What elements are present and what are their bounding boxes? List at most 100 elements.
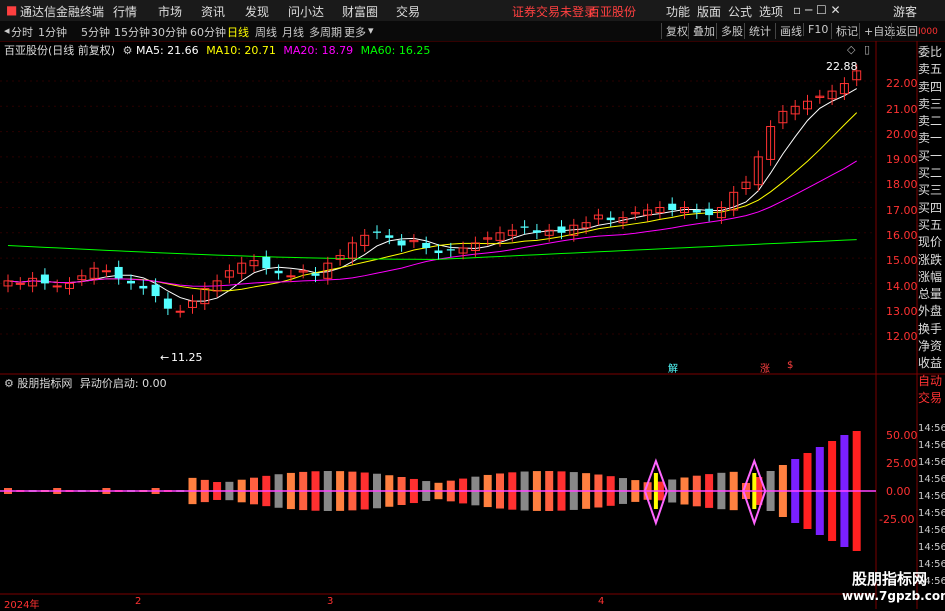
sidebar-item[interactable]: 换手	[918, 321, 945, 338]
marker-zhang[interactable]: 涨	[760, 360, 770, 375]
app-title: 通达信金融终端	[20, 5, 105, 19]
sidebar-item[interactable]: 卖一	[918, 130, 945, 147]
menu-gongshi[interactable]: 公式	[728, 3, 752, 20]
btn-tongji[interactable]: 统计	[744, 23, 771, 39]
sidebar-item[interactable]: 买四	[918, 200, 945, 217]
sidebar-item[interactable]: 净资	[918, 338, 945, 355]
sub-ylabel-0: 0.00	[886, 485, 911, 498]
sidebar-item[interactable]: 交易	[918, 390, 945, 407]
toolbar-arrow-icon[interactable]: ◂	[4, 24, 10, 37]
menu-gongneng[interactable]: 功能	[666, 3, 690, 20]
user-label[interactable]: 游客	[893, 3, 917, 20]
period-fenshi[interactable]: 分时	[11, 24, 33, 40]
menu-xuanxiang[interactable]: 选项	[759, 3, 783, 20]
low-price-label-arrow-icon: ←	[160, 351, 170, 364]
candle-body-down	[163, 298, 172, 309]
ylabel-22: 22.00	[886, 77, 918, 90]
marker-dollar[interactable]: $	[787, 360, 793, 371]
sidebar-item[interactable]: 卖四	[918, 79, 945, 96]
menu-wenxiaoda[interactable]: 问小达	[288, 3, 324, 20]
sidebar-item[interactable]: 外盘	[918, 303, 945, 320]
sidebar-item[interactable]: 买一	[918, 148, 945, 165]
candle-body-down	[446, 249, 455, 251]
settings-gear-icon[interactable]: ⚙	[123, 44, 133, 57]
btn-f10[interactable]: F10	[803, 23, 828, 36]
btn-duogu[interactable]: 多股	[716, 23, 743, 39]
period-weekly[interactable]: 周线	[255, 24, 277, 40]
ylabel-19: 19.00	[886, 153, 918, 166]
login-notice[interactable]: 证券交易未登录	[512, 3, 596, 20]
more-chevron-icon[interactable]: ▾	[368, 24, 374, 37]
candle-body-down	[520, 226, 529, 228]
sidebar-item[interactable]: 买二	[918, 165, 945, 182]
candle-body-down	[532, 230, 541, 233]
menu-faxian[interactable]: 发现	[245, 3, 269, 20]
menu-caifuquan[interactable]: 财富圈	[342, 3, 378, 20]
window-controls-icon[interactable]: ▫ ─ ☐ ✕	[793, 3, 841, 17]
menu-jiaoyi[interactable]: 交易	[396, 3, 420, 20]
btn-fanhui[interactable]: 返回	[891, 23, 918, 39]
period-30min[interactable]: 30分钟	[151, 24, 187, 40]
candle-body-down	[422, 242, 431, 248]
menu-shichang[interactable]: 市场	[158, 3, 182, 20]
sub-ylabel-50: 50.00	[886, 429, 918, 442]
ylabel-21: 21.00	[886, 103, 918, 116]
sidebar-item[interactable]: 涨跌	[918, 252, 945, 269]
period-multi[interactable]: 多周期	[309, 24, 342, 40]
period-more[interactable]: 更多	[344, 24, 366, 40]
btn-diejia[interactable]: 叠加	[688, 23, 715, 39]
menu-zixun[interactable]: 资讯	[201, 3, 225, 20]
ylabel-17: 17.00	[886, 204, 918, 217]
period-daily[interactable]: 日线	[227, 24, 249, 40]
candle-body-up	[175, 310, 185, 313]
btn-huaxian[interactable]: 画线	[775, 23, 802, 39]
sidebar-item[interactable]: 涨幅	[918, 269, 945, 286]
menu-banmian[interactable]: 版面	[697, 3, 721, 20]
sidebar-item[interactable]: 现价	[918, 234, 945, 251]
kline-chart[interactable]	[0, 41, 945, 609]
candle-body-up	[286, 275, 296, 278]
sidebar-item[interactable]: 卖三	[918, 96, 945, 113]
sidebar-item[interactable]: 收益	[918, 355, 945, 372]
high-price-label: 22.88	[826, 60, 858, 73]
diamond-icon[interactable]: ◇	[847, 43, 855, 56]
app-logo-icon: ■	[6, 3, 18, 17]
sidebar-item[interactable]: 委比	[918, 44, 945, 61]
candle-body-down	[434, 250, 443, 254]
low-price-label: 11.25	[171, 351, 203, 364]
period-monthly[interactable]: 月线	[282, 24, 304, 40]
menu-hangqing[interactable]: 行情	[113, 3, 137, 20]
period-60min[interactable]: 60分钟	[190, 24, 226, 40]
btn-zixuan[interactable]: +自选	[859, 23, 895, 39]
period-15min[interactable]: 15分钟	[114, 24, 150, 40]
period-1min[interactable]: 1分钟	[38, 24, 67, 40]
ylabel-18: 18.00	[886, 178, 918, 191]
ylabel-13: 13.00	[886, 305, 918, 318]
candle-body-down	[114, 266, 123, 279]
sub-ylabel-25: 25.00	[886, 457, 918, 470]
panel-toggle-icon[interactable]: ▯	[864, 43, 870, 56]
sidebar-item[interactable]: 买五	[918, 217, 945, 234]
ma5-label: MA5: 21.66	[135, 44, 199, 57]
sub-settings-icon[interactable]: ⚙	[4, 377, 14, 390]
sidebar-item[interactable]: 自动	[918, 373, 945, 390]
ma60-label: MA60: 16.25	[360, 44, 431, 57]
sidebar-item[interactable]: 卖二	[918, 113, 945, 130]
stock-tab[interactable]: 百亚股份	[588, 3, 636, 20]
btn-biaoji[interactable]: 标记	[831, 23, 858, 39]
marker-jie[interactable]: 解	[668, 360, 678, 375]
chart-title: 百亚股份(日线 前复权)	[4, 44, 116, 57]
tick-time: 14:56	[918, 440, 945, 451]
sidebar-item[interactable]: 卖五	[918, 61, 945, 78]
watermark-line1: 股朋指标网	[852, 570, 928, 588]
ylabel-14: 14.00	[886, 280, 918, 293]
period-toolbar: ◂ 分时 1分钟 5分钟 15分钟 30分钟 60分钟 日线 周线 月线 多周期…	[0, 21, 945, 42]
sidebar-item[interactable]: 买三	[918, 182, 945, 199]
candle-body-down	[311, 273, 320, 276]
sub-ylabel-m25: -25.00	[879, 513, 915, 526]
btn-fuquan[interactable]: 复权	[661, 23, 688, 39]
sidebar-item[interactable]: 总量	[918, 286, 945, 303]
period-5min[interactable]: 5分钟	[81, 24, 110, 40]
tick-time: 14:56	[918, 491, 945, 502]
main-chart-header: 百亚股份(日线 前复权) ⚙ MA5: 21.66 MA10: 20.71 MA…	[4, 42, 430, 58]
